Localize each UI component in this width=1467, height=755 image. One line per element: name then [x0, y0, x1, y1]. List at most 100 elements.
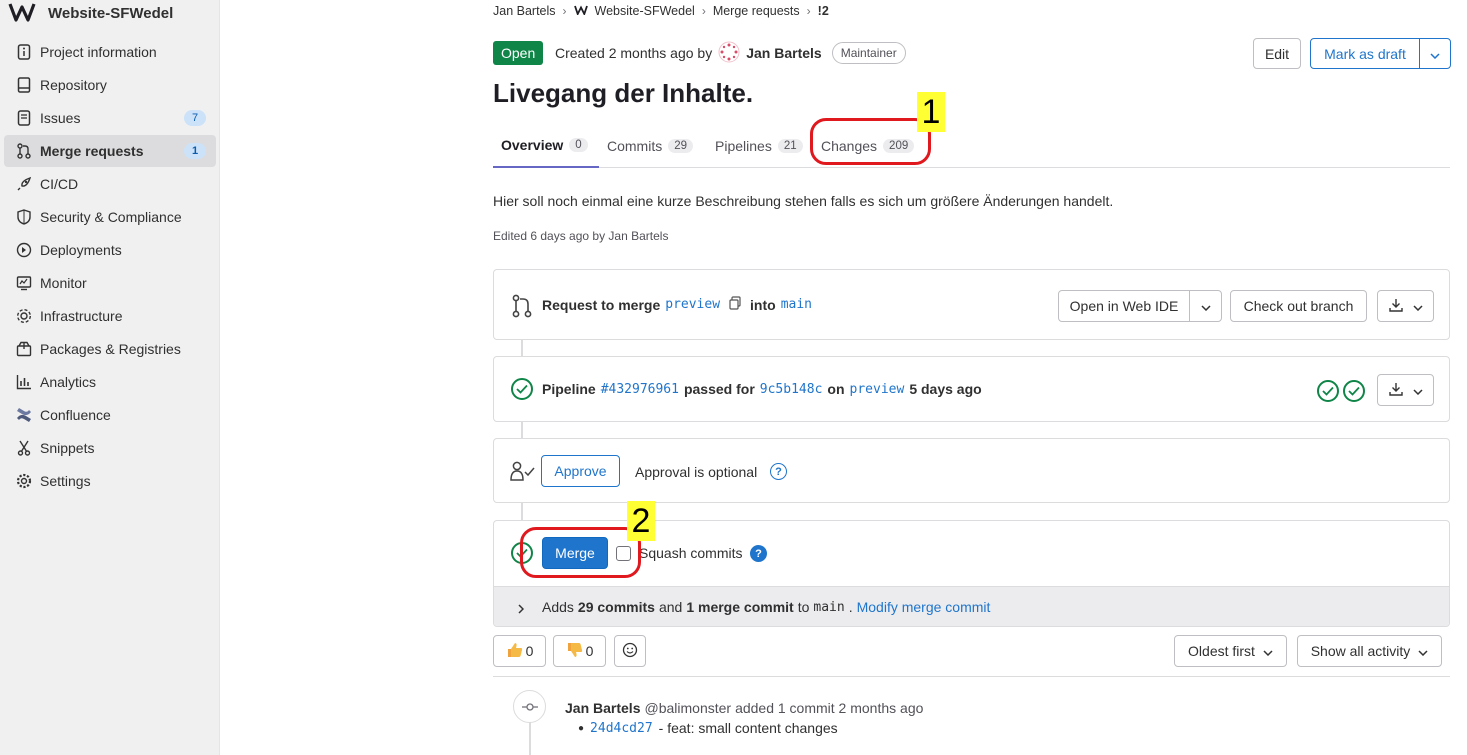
package-icon: [16, 341, 32, 357]
sidebar-item-analytics[interactable]: Analytics: [4, 366, 216, 398]
bullet-icon: ●: [578, 722, 585, 734]
tab-pipelines[interactable]: Pipelines 21: [707, 124, 811, 168]
commit-icon: [513, 690, 546, 723]
sidebar-item-monitor[interactable]: Monitor: [4, 267, 216, 299]
sidebar-item-label: Infrastructure: [40, 308, 123, 324]
copy-icon[interactable]: [729, 296, 741, 313]
artifacts-download-button[interactable]: [1377, 374, 1434, 406]
chevron-down-icon: [1412, 382, 1423, 398]
edit-button[interactable]: Edit: [1253, 38, 1301, 69]
web-ide-dropdown-toggle[interactable]: [1189, 290, 1222, 322]
tab-count: 21: [777, 139, 803, 153]
role-badge: Maintainer: [831, 42, 906, 64]
activity-header: Jan Bartels @balimonster added 1 commit …: [565, 700, 923, 716]
monitor-icon: [16, 275, 32, 291]
activity-handle[interactable]: @balimonster: [644, 700, 731, 716]
breadcrumb-chevron-icon: ›: [701, 4, 706, 18]
snippet-icon: [16, 440, 32, 456]
sidebar-item-cicd[interactable]: CI/CD: [4, 168, 216, 200]
activity-action: added 1 commit 2 months ago: [735, 700, 924, 716]
help-icon[interactable]: ?: [770, 463, 787, 480]
stage-passed-icon[interactable]: [1343, 380, 1365, 402]
check-out-branch-button[interactable]: Check out branch: [1230, 290, 1367, 322]
sidebar-item-confluence[interactable]: Confluence: [4, 399, 216, 431]
merge-details-bar[interactable]: Adds 29 commits and 1 merge commit to ma…: [494, 586, 1449, 626]
mr-description: Hier soll noch einmal eine kurze Beschre…: [493, 193, 1114, 209]
activity-commit-sha[interactable]: 24d4cd27: [590, 721, 653, 736]
thumbs-down-count: 0: [585, 643, 594, 659]
thumbs-down-button[interactable]: 0: [553, 635, 606, 667]
add-reaction-button[interactable]: [614, 635, 646, 667]
target-branch[interactable]: main: [781, 297, 812, 312]
request-text: Request to merge: [542, 296, 661, 313]
download-icon: [1388, 298, 1403, 315]
sidebar-item-label: Analytics: [40, 374, 97, 390]
chart-icon: [16, 374, 32, 390]
activity-commit-item: ● 24d4cd27 - feat: small content changes: [578, 720, 838, 736]
breadcrumb-current[interactable]: !2: [818, 4, 829, 18]
merge-summary: Adds 29 commits and 1 merge commit to ma…: [542, 599, 991, 615]
sidebar-item-label: Merge requests: [40, 143, 144, 159]
sidebar-item-label: Repository: [40, 77, 107, 93]
download-icon: [1388, 382, 1403, 399]
sidebar-item-repository[interactable]: Repository: [4, 69, 216, 101]
stage-passed-icon[interactable]: [1317, 380, 1339, 402]
breadcrumb-user[interactable]: Jan Bartels: [493, 4, 556, 18]
source-branch[interactable]: preview: [665, 297, 720, 312]
breadcrumb-project[interactable]: Website-SFWedel: [595, 4, 695, 18]
avatar[interactable]: [718, 41, 740, 66]
mark-as-draft-button[interactable]: Mark as draft: [1310, 38, 1420, 69]
sidebar-item-label: Confluence: [40, 407, 111, 423]
activity-filter-dropdown[interactable]: Show all activity: [1297, 635, 1442, 667]
created-text: Created 2 months ago by: [555, 45, 713, 61]
approve-button[interactable]: Approve: [541, 455, 620, 487]
pipeline-id-link[interactable]: #432976961: [601, 382, 679, 397]
open-web-ide-button[interactable]: Open in Web IDE: [1058, 290, 1190, 322]
passed-for-text: passed for: [683, 381, 755, 397]
breadcrumb-chevron-icon: ›: [562, 4, 567, 18]
tab-overview[interactable]: Overview 0: [493, 124, 599, 168]
sidebar-item-merge-requests[interactable]: Merge requests 1: [4, 135, 216, 167]
sidebar-item-project-information[interactable]: Project information: [4, 36, 216, 68]
merge-request-widget: Request to merge preview into main Open …: [493, 269, 1450, 340]
mr-tabs: Overview 0 Commits 29 Pipelines 21 Chang…: [493, 124, 1450, 168]
on-text: on: [827, 381, 845, 397]
modify-merge-commit-link[interactable]: Modify merge commit: [857, 599, 991, 615]
breadcrumb-section[interactable]: Merge requests: [713, 4, 800, 18]
timeline-connector: [521, 340, 523, 356]
approval-user-icon: [509, 460, 537, 485]
activity-commit-message: - feat: small content changes: [658, 720, 838, 736]
chevron-right-icon[interactable]: [518, 601, 525, 617]
chevron-down-icon: [1412, 298, 1423, 314]
pipeline-branch-link[interactable]: preview: [850, 382, 905, 397]
approval-widget: Approve Approval is optional ?: [493, 438, 1450, 503]
project-header[interactable]: Website-SFWedel: [8, 0, 173, 26]
sidebar-item-infrastructure[interactable]: Infrastructure: [4, 300, 216, 332]
cloud-gear-icon: [16, 308, 32, 324]
sidebar-item-security[interactable]: Security & Compliance: [4, 201, 216, 233]
activity-author[interactable]: Jan Bartels: [565, 700, 640, 716]
mr-meta: Created 2 months ago by Jan Bartels Main…: [555, 41, 906, 65]
sidebar-item-issues[interactable]: Issues 7: [4, 102, 216, 134]
timeline-connector: [521, 503, 523, 520]
sidebar-item-label: Packages & Registries: [40, 341, 181, 357]
sidebar-item-label: Project information: [40, 44, 157, 60]
help-icon[interactable]: ?: [750, 545, 767, 562]
issues-icon: [16, 110, 32, 126]
sidebar-item-label: Settings: [40, 473, 91, 489]
sidebar-item-label: Issues: [40, 110, 81, 126]
smiley-icon: [622, 642, 638, 661]
thumbs-up-button[interactable]: 0: [493, 635, 546, 667]
tab-commits[interactable]: Commits 29: [599, 124, 701, 168]
download-dropdown-button[interactable]: [1377, 290, 1434, 322]
commit-sha-link[interactable]: 9c5b148c: [760, 382, 823, 397]
pipeline-label: Pipeline: [542, 381, 596, 397]
sidebar-item-settings[interactable]: Settings: [4, 465, 216, 497]
draft-dropdown-toggle[interactable]: [1419, 38, 1451, 69]
sort-dropdown[interactable]: Oldest first: [1174, 635, 1287, 667]
sidebar-item-packages[interactable]: Packages & Registries: [4, 333, 216, 365]
sidebar-item-label: Security & Compliance: [40, 209, 182, 225]
sidebar-item-snippets[interactable]: Snippets: [4, 432, 216, 464]
author-name[interactable]: Jan Bartels: [746, 45, 821, 61]
sidebar-item-deployments[interactable]: Deployments: [4, 234, 216, 266]
